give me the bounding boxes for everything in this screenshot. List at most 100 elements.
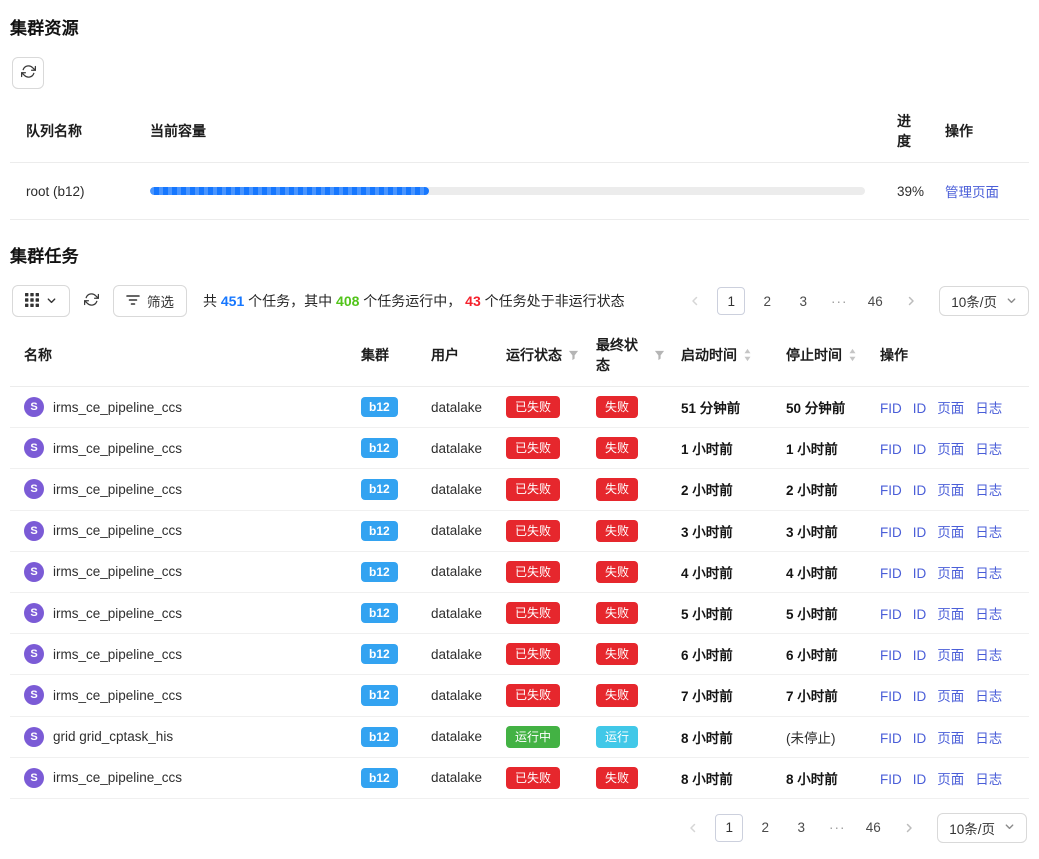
- id-link[interactable]: ID: [913, 525, 927, 540]
- log-link[interactable]: 日志: [975, 525, 1002, 540]
- log-link[interactable]: 日志: [975, 731, 1002, 746]
- id-link[interactable]: ID: [913, 648, 927, 663]
- manage-page-link[interactable]: 管理页面: [945, 185, 999, 200]
- cluster-resources-title: 集群资源: [10, 14, 1029, 39]
- page-link[interactable]: 页面: [937, 648, 964, 663]
- column-header-final-status: 最终状态: [588, 325, 673, 387]
- page-1-button[interactable]: 1: [717, 287, 745, 315]
- column-header-operations: 操作: [872, 325, 1029, 387]
- page-46-button[interactable]: 46: [861, 287, 889, 315]
- page: 集群资源 队列名称 当前容量 进度 操作 root (b12): [0, 0, 1039, 859]
- page-link[interactable]: 页面: [937, 772, 964, 787]
- fid-link[interactable]: FID: [880, 648, 902, 663]
- page-link[interactable]: 页面: [937, 689, 964, 704]
- table-row: S irms_ce_pipeline_ccs b12 datalake 已失败 …: [10, 510, 1029, 551]
- fid-link[interactable]: FID: [880, 525, 902, 540]
- cluster-badge: b12: [361, 727, 398, 747]
- user-name: datalake: [431, 482, 482, 497]
- sort-icon[interactable]: [743, 348, 752, 362]
- fid-link[interactable]: FID: [880, 483, 902, 498]
- page-size-select[interactable]: 10条/页: [939, 286, 1029, 316]
- run-status-badge: 已失败: [506, 643, 560, 665]
- final-status-badge: 失败: [596, 602, 638, 624]
- start-time: 1 小时前: [681, 442, 733, 457]
- id-link[interactable]: ID: [913, 607, 927, 622]
- cluster-badge: b12: [361, 644, 398, 664]
- filter-button[interactable]: 筛选: [113, 285, 187, 317]
- prev-page-button[interactable]: [681, 287, 709, 315]
- refresh-icon: [21, 64, 36, 82]
- log-link[interactable]: 日志: [975, 483, 1002, 498]
- column-header-start-time[interactable]: 启动时间: [673, 325, 778, 387]
- page-link[interactable]: 页面: [937, 566, 964, 581]
- cluster-badge: b12: [361, 685, 398, 705]
- page-link[interactable]: 页面: [937, 525, 964, 540]
- page-3-button[interactable]: 3: [789, 287, 817, 315]
- cluster-resources-table: 队列名称 当前容量 进度 操作 root (b12) 39% 管理页面: [10, 105, 1029, 220]
- id-link[interactable]: ID: [913, 483, 927, 498]
- log-link[interactable]: 日志: [975, 566, 1002, 581]
- sort-icon[interactable]: [848, 348, 857, 362]
- fid-link[interactable]: FID: [880, 607, 902, 622]
- column-header-stop-time[interactable]: 停止时间: [778, 325, 872, 387]
- fid-link[interactable]: FID: [880, 772, 902, 787]
- fid-link[interactable]: FID: [880, 689, 902, 704]
- page-link[interactable]: 页面: [937, 607, 964, 622]
- chevron-down-icon: [46, 294, 57, 309]
- page-link[interactable]: 页面: [937, 401, 964, 416]
- page-link[interactable]: 页面: [937, 483, 964, 498]
- row-actions: FID ID 页面日志: [872, 510, 1029, 551]
- log-link[interactable]: 日志: [975, 689, 1002, 704]
- id-link[interactable]: ID: [913, 772, 927, 787]
- pager-jump-ellipsis[interactable]: ···: [825, 287, 853, 315]
- refresh-tasks-button[interactable]: [82, 285, 101, 317]
- log-link[interactable]: 日志: [975, 772, 1002, 787]
- id-link[interactable]: ID: [913, 401, 927, 416]
- column-header-name: 名称: [10, 325, 353, 387]
- prev-page-button[interactable]: [679, 814, 707, 842]
- fid-link[interactable]: FID: [880, 442, 902, 457]
- table-row: S grid grid_cptask_his b12 datalake 运行中 …: [10, 716, 1029, 757]
- stop-time: 6 小时前: [786, 648, 838, 663]
- task-name: irms_ce_pipeline_ccs: [53, 523, 182, 538]
- page-3-button[interactable]: 3: [787, 814, 815, 842]
- run-status-badge: 已失败: [506, 561, 560, 583]
- tasks-toolbar: 筛选 共 451 个任务，其中 408 个任务运行中， 43 个任务处于非运行状…: [12, 285, 1029, 317]
- row-actions: FID ID 页面日志: [872, 634, 1029, 675]
- fid-link[interactable]: FID: [880, 566, 902, 581]
- log-link[interactable]: 日志: [975, 648, 1002, 663]
- page-1-button[interactable]: 1: [715, 814, 743, 842]
- fid-link[interactable]: FID: [880, 731, 902, 746]
- next-page-button[interactable]: [895, 814, 923, 842]
- log-link[interactable]: 日志: [975, 607, 1002, 622]
- id-link[interactable]: ID: [913, 566, 927, 581]
- log-link[interactable]: 日志: [975, 401, 1002, 416]
- page-link[interactable]: 页面: [937, 442, 964, 457]
- start-time: 2 小时前: [681, 483, 733, 498]
- refresh-button[interactable]: [12, 57, 44, 89]
- table-row: S irms_ce_pipeline_ccs b12 datalake 已失败 …: [10, 675, 1029, 716]
- cluster-tasks-table: 名称 集群 用户 运行状态 最终状态 启动时间: [10, 325, 1029, 799]
- task-name: irms_ce_pipeline_ccs: [53, 400, 182, 415]
- fid-link[interactable]: FID: [880, 401, 902, 416]
- pager-jump-ellipsis[interactable]: ···: [823, 814, 851, 842]
- log-link[interactable]: 日志: [975, 442, 1002, 457]
- user-name: datalake: [431, 729, 482, 744]
- id-link[interactable]: ID: [913, 442, 927, 457]
- next-page-button[interactable]: [897, 287, 925, 315]
- id-link[interactable]: ID: [913, 731, 927, 746]
- page-2-button[interactable]: 2: [753, 287, 781, 315]
- start-time: 51 分钟前: [681, 401, 740, 416]
- chevron-down-icon: [1006, 294, 1017, 309]
- column-header-queue-name: 队列名称: [10, 105, 134, 163]
- columns-dropdown-button[interactable]: [12, 285, 70, 317]
- table-row: S irms_ce_pipeline_ccs b12 datalake 已失败 …: [10, 592, 1029, 633]
- page-2-button[interactable]: 2: [751, 814, 779, 842]
- page-size-select[interactable]: 10条/页: [937, 813, 1027, 843]
- funnel-filter-icon[interactable]: [568, 350, 579, 361]
- page-link[interactable]: 页面: [937, 731, 964, 746]
- page-46-button[interactable]: 46: [859, 814, 887, 842]
- funnel-filter-icon[interactable]: [654, 350, 665, 361]
- row-actions: FID ID 页面日志: [872, 428, 1029, 469]
- id-link[interactable]: ID: [913, 689, 927, 704]
